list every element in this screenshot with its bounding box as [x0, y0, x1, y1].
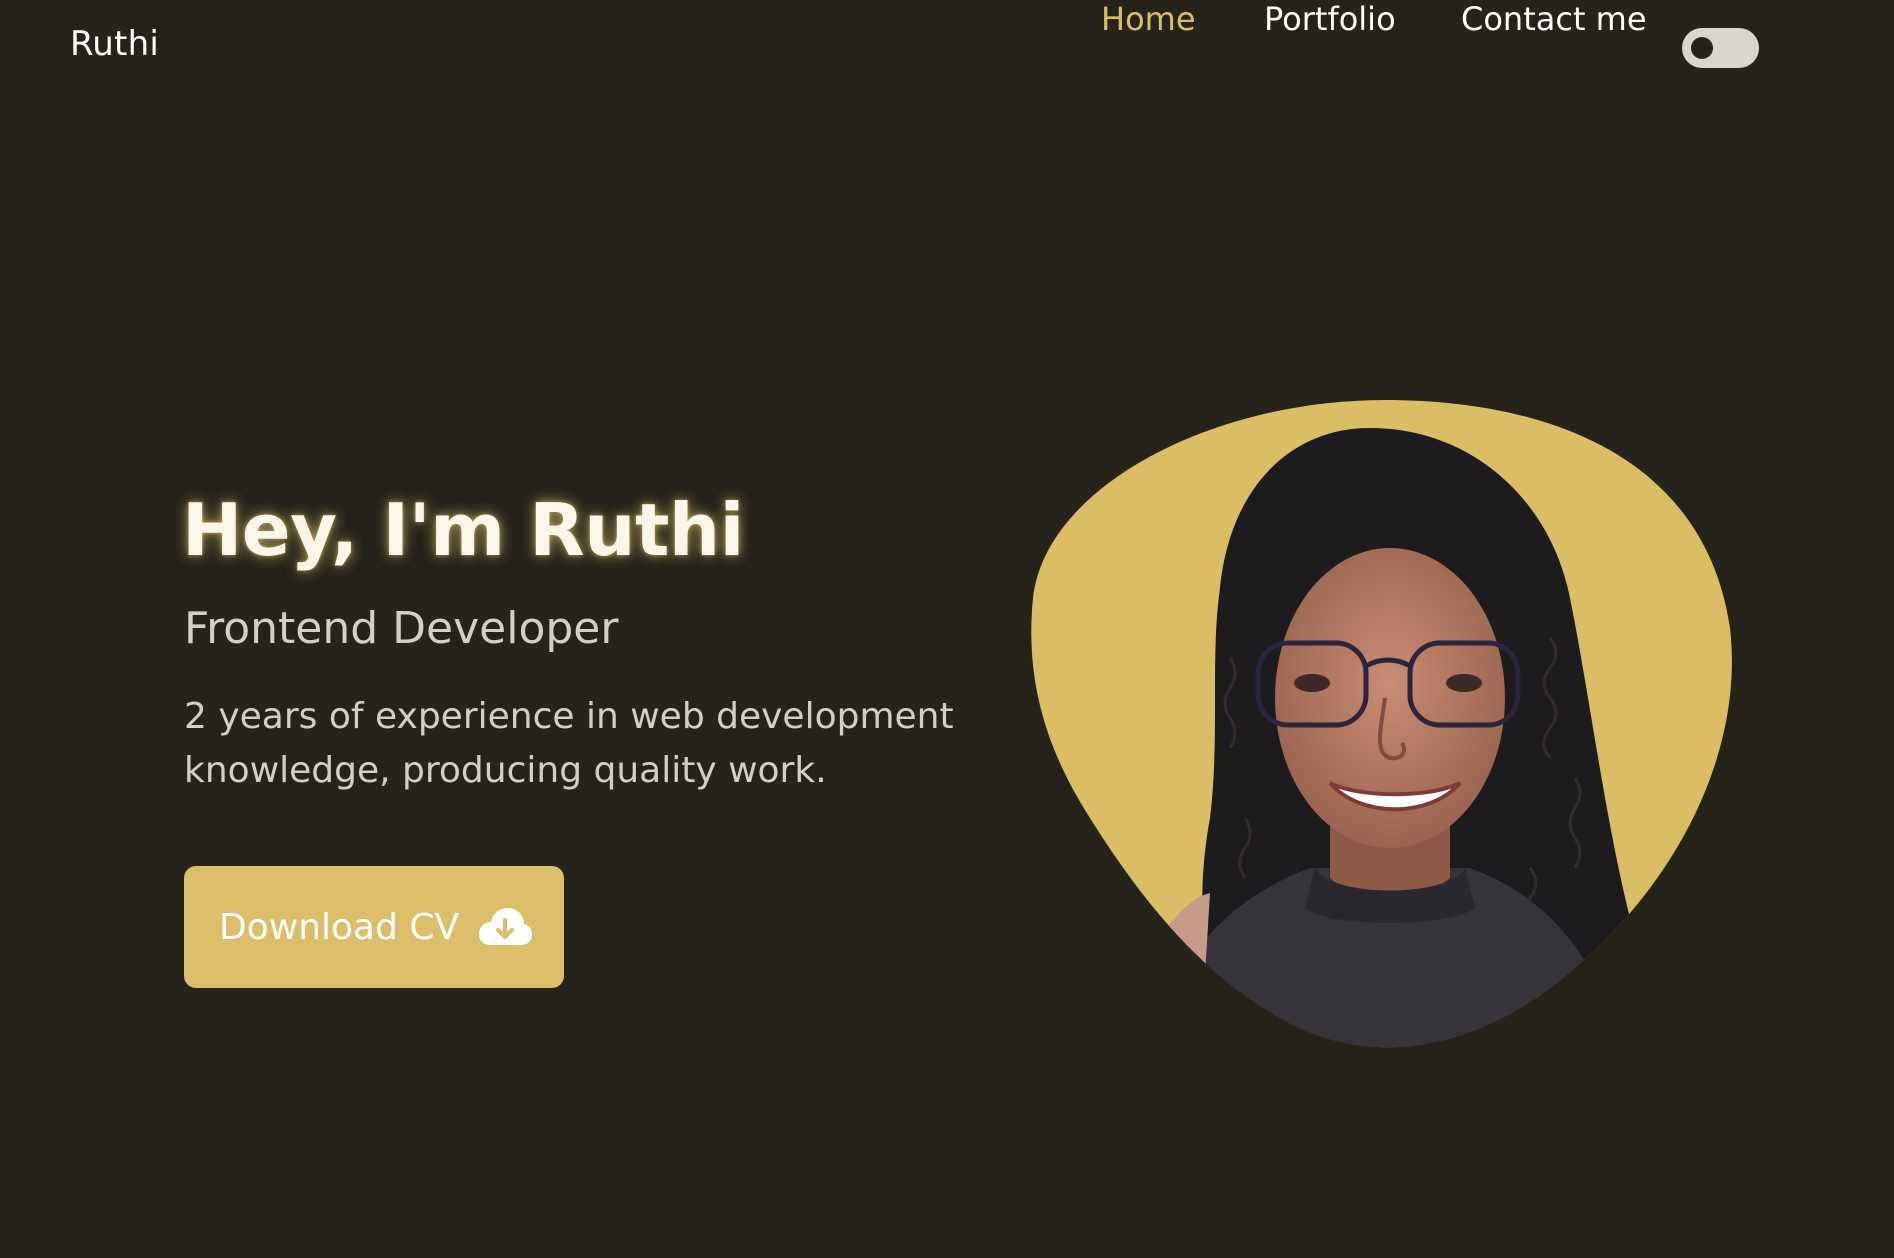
nav-home[interactable]: Home: [1101, 0, 1196, 38]
theme-toggle[interactable]: [1682, 28, 1759, 68]
page: Ruthi Home Portfolio Contact me Hey, I'm…: [0, 0, 1894, 1258]
toggle-knob: [1691, 37, 1713, 59]
hero-description: 2 years of experience in web development…: [184, 696, 954, 791]
brand-logo[interactable]: Ruthi: [70, 24, 159, 64]
nav-portfolio[interactable]: Portfolio: [1264, 0, 1396, 38]
cloud-download-icon: [479, 908, 533, 945]
hero-subtitle: Frontend Developer: [184, 603, 619, 654]
hero-title: Hey, I'm Ruthi: [182, 488, 744, 572]
nav-contact[interactable]: Contact me: [1461, 0, 1647, 38]
download-cv-button[interactable]: Download CV: [184, 866, 564, 988]
download-cv-label: Download CV: [219, 906, 460, 948]
profile-photo: [1031, 400, 1732, 1048]
